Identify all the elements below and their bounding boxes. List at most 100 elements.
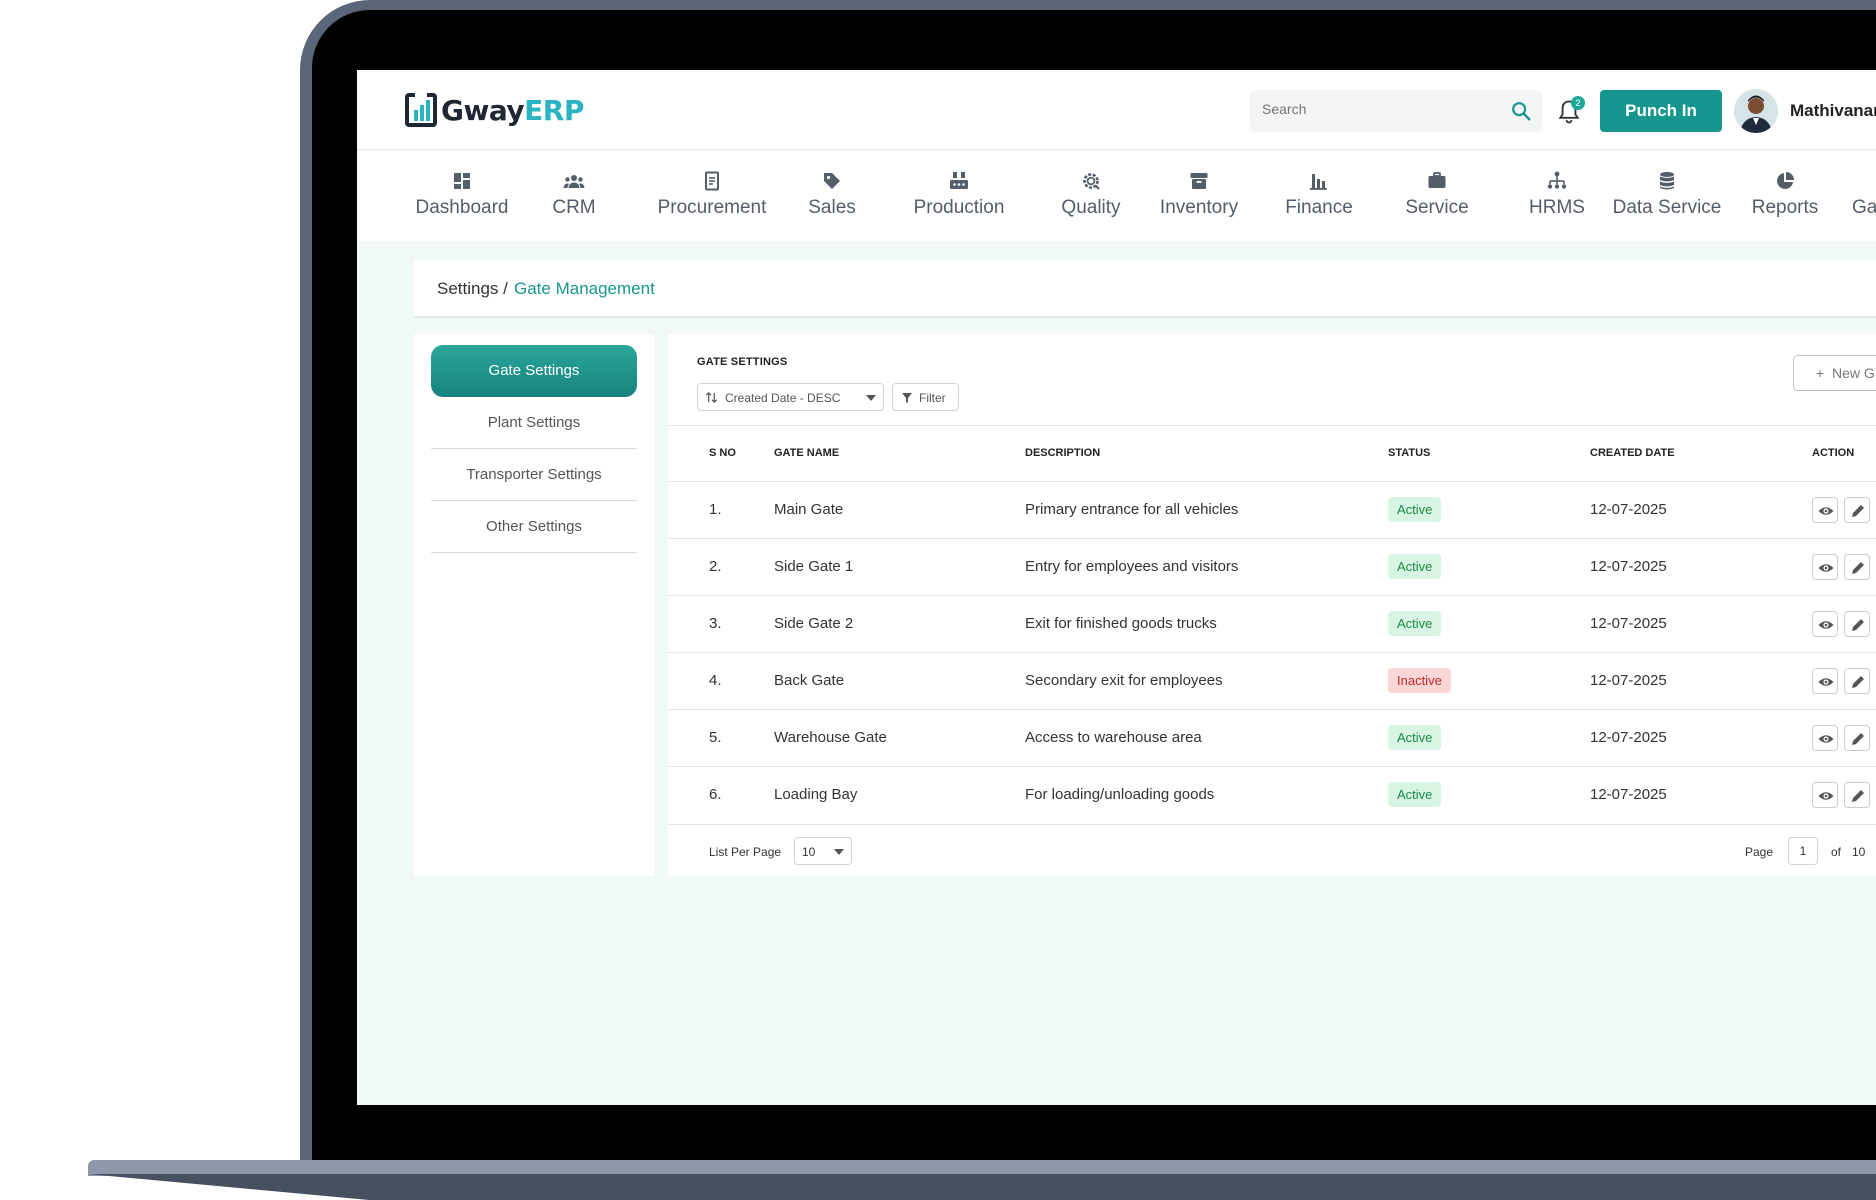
table-row[interactable]: 5. Warehouse Gate Access to warehouse ar… <box>668 709 1876 766</box>
nav-dashboard[interactable]: Dashboard <box>409 169 515 219</box>
cell-gate-name: Back Gate <box>774 672 845 689</box>
view-button[interactable] <box>1812 668 1838 694</box>
table-row[interactable]: 3. Side Gate 2 Exit for finished goods t… <box>668 595 1876 652</box>
nav-label: Inventory <box>1159 197 1239 218</box>
sidebar-item-plant-settings[interactable]: Plant Settings <box>431 397 637 449</box>
nav-label: Data Service <box>1612 197 1722 218</box>
app-screen: GwayERP 2 Punch In Mathivanan <box>357 70 1876 1105</box>
nav-label: HRMS <box>1529 197 1585 218</box>
column-header-sno: S NO <box>709 447 736 459</box>
view-button[interactable] <box>1812 497 1838 523</box>
cell-description: For loading/unloading goods <box>1025 786 1215 803</box>
edit-button[interactable] <box>1844 668 1870 694</box>
nav-label: Dashboard <box>415 197 509 218</box>
sort-select[interactable]: Created Date - DESC <box>697 383 884 411</box>
page-input[interactable]: 1 <box>1788 837 1818 865</box>
nav-hrms[interactable]: HRMS <box>1507 169 1607 219</box>
view-button[interactable] <box>1812 725 1838 751</box>
status-badge: Inactive <box>1388 668 1451 693</box>
nav-finance[interactable]: Finance <box>1257 169 1381 219</box>
cell-description: Access to warehouse area <box>1025 729 1202 746</box>
user-name[interactable]: Mathivanan <box>1790 101 1876 121</box>
cell-gate-name: Main Gate <box>774 501 844 518</box>
column-header-created-date: CREATED DATE <box>1590 447 1675 459</box>
pencil-icon <box>1852 505 1864 517</box>
nav-label: Finance <box>1285 197 1353 218</box>
nav-label: Quality <box>1061 197 1121 218</box>
nav-production[interactable]: Production <box>895 169 1023 219</box>
eye-icon <box>1818 621 1834 629</box>
cell-description: Secondary exit for employees <box>1025 672 1223 689</box>
cell-created-date: 12-07-2025 <box>1590 501 1667 518</box>
new-gate-button-text: + New G <box>1816 365 1875 381</box>
search-input[interactable] <box>1262 101 1492 117</box>
eye-icon <box>1818 564 1834 572</box>
avatar[interactable] <box>1734 89 1778 133</box>
search-icon[interactable] <box>1510 100 1532 122</box>
filter-button[interactable]: Filter <box>892 383 959 411</box>
nav-reports[interactable]: Reports <box>1737 169 1833 219</box>
edit-button[interactable] <box>1844 611 1870 637</box>
per-page-value: 10 <box>802 845 816 859</box>
breadcrumb-root[interactable]: Settings / <box>437 279 508 299</box>
laptop-base <box>88 1160 1876 1176</box>
pencil-icon <box>1852 619 1864 631</box>
view-button[interactable] <box>1812 782 1838 808</box>
nav-inventory[interactable]: Inventory <box>1137 169 1261 219</box>
edit-button[interactable] <box>1844 554 1870 580</box>
search-box <box>1250 90 1542 132</box>
status-badge: Active <box>1388 554 1442 579</box>
nav-data-service[interactable]: Data Service <box>1597 169 1737 219</box>
sidebar-item-gate-settings[interactable]: Gate Settings <box>431 345 637 397</box>
nav-partial[interactable]: Ga <box>1852 169 1876 219</box>
table-row[interactable]: 4. Back Gate Secondary exit for employee… <box>668 652 1876 709</box>
total-pages: 10 <box>1852 845 1866 859</box>
eye-icon <box>1818 507 1834 515</box>
cell-created-date: 12-07-2025 <box>1590 558 1667 575</box>
card-title: GATE SETTINGS <box>697 356 788 368</box>
bar-chart-icon <box>1310 174 1327 190</box>
cell-created-date: 12-07-2025 <box>1590 786 1667 803</box>
sidebar-item-transporter-settings[interactable]: Transporter Settings <box>431 449 637 501</box>
notification-badge: 2 <box>1571 96 1585 110</box>
nav-sales[interactable]: Sales <box>797 169 867 219</box>
view-button[interactable] <box>1812 554 1838 580</box>
cell-gate-name: Side Gate 2 <box>774 615 854 632</box>
briefcase-icon <box>1428 172 1446 188</box>
eye-icon <box>1818 792 1834 800</box>
nav-procurement[interactable]: Procurement <box>647 169 777 219</box>
table-row[interactable]: 6. Loading Bay For loading/unloading goo… <box>668 766 1876 823</box>
pencil-icon <box>1852 733 1864 745</box>
column-header-description: DESCRIPTION <box>1025 447 1101 459</box>
org-chart-icon <box>1547 171 1567 189</box>
table-top-divider <box>668 425 1876 426</box>
eye-icon <box>1818 735 1834 743</box>
archive-box-icon <box>1190 173 1208 189</box>
tag-icon <box>824 173 840 189</box>
per-page-select[interactable]: 10 <box>794 837 852 865</box>
edit-button[interactable] <box>1844 497 1870 523</box>
laptop-base-shadow <box>88 1174 1876 1200</box>
nav-label: Production <box>913 197 1005 218</box>
nav-partial-icon-space <box>1860 169 1876 193</box>
cell-sno: 2. <box>709 558 722 575</box>
cell-sno: 6. <box>709 786 722 803</box>
cell-created-date: 12-07-2025 <box>1590 729 1667 746</box>
cell-gate-name: Warehouse Gate <box>774 729 887 746</box>
nav-label: Reports <box>1751 197 1819 218</box>
nav-crm[interactable]: CRM <box>543 169 605 219</box>
edit-button[interactable] <box>1844 725 1870 751</box>
new-gate-button[interactable]: + New G <box>1793 355 1876 391</box>
view-button[interactable] <box>1812 611 1838 637</box>
table-row[interactable]: 1. Main Gate Primary entrance for all ve… <box>668 481 1876 538</box>
eye-icon <box>1818 678 1834 686</box>
nav-service[interactable]: Service <box>1382 169 1492 219</box>
table-row[interactable]: 2. Side Gate 1 Entry for employees and v… <box>668 538 1876 595</box>
nav-quality[interactable]: Quality <box>1027 169 1155 219</box>
app-logo[interactable]: GwayERP <box>405 92 584 128</box>
sidebar-item-other-settings[interactable]: Other Settings <box>431 501 637 553</box>
status-badge: Active <box>1388 497 1442 522</box>
column-header-status: STATUS <box>1388 447 1431 459</box>
edit-button[interactable] <box>1844 782 1870 808</box>
punch-in-button[interactable]: Punch In <box>1600 90 1722 132</box>
